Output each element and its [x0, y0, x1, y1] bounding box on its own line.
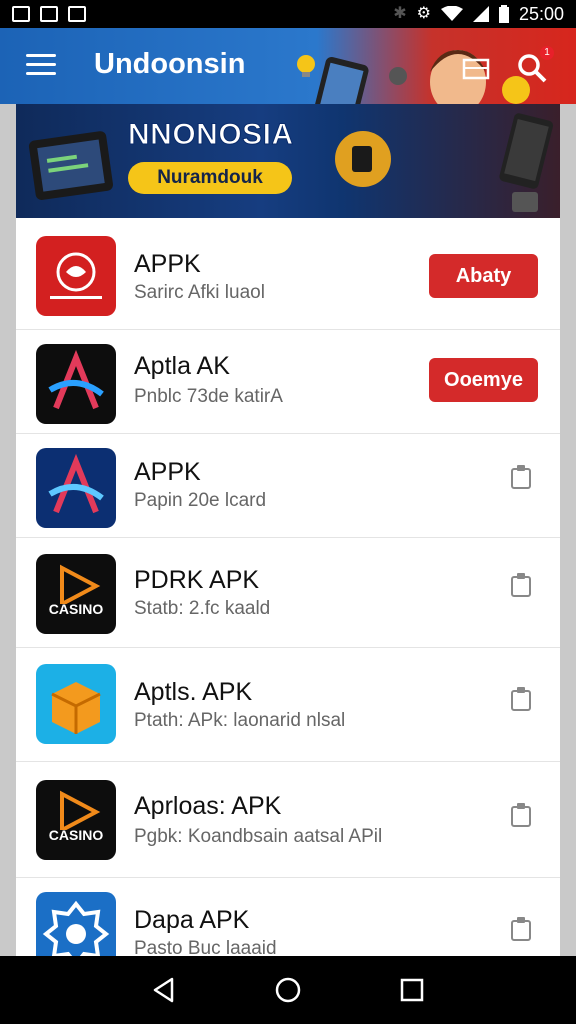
svg-text:CASINO: CASINO	[49, 827, 104, 843]
app-subtitle: Papin 20e lcard	[134, 490, 267, 511]
clipboard-icon[interactable]	[510, 464, 532, 490]
phones-decoration	[499, 113, 554, 212]
list-item[interactable]: Aptls. APK Ptath: APk: laonarid nlsal	[16, 648, 560, 762]
black-arrow-icon	[36, 344, 116, 424]
clipboard-icon[interactable]	[510, 686, 532, 712]
bluetooth-icon: ✱	[393, 5, 407, 22]
app-subtitle: Pgbk: Koandbsain aatsal APil	[134, 826, 383, 847]
search-button[interactable]: 1	[516, 46, 554, 84]
menu-button[interactable]	[26, 54, 56, 78]
clipboard-icon[interactable]	[510, 916, 532, 942]
app-action-button[interactable]: Abaty	[429, 254, 538, 298]
red-seal-icon	[36, 236, 116, 316]
signal-icon	[472, 6, 489, 22]
app-title: Undoonsin	[94, 48, 246, 80]
tablet-illustration	[28, 131, 113, 200]
navigation-bar	[0, 956, 576, 1024]
menu-icon-line	[26, 63, 56, 66]
alarm-icon: ⚙	[416, 5, 431, 22]
app-action-button[interactable]: Ooemye	[429, 358, 538, 402]
list-item[interactable]: CASINO PDRK APK Statb: 2.fc kaald	[16, 538, 560, 648]
app-name: Aptla AK	[134, 352, 230, 380]
box-icon	[36, 664, 116, 744]
clipboard-icon[interactable]	[510, 572, 532, 598]
list-item[interactable]: Dapa APK Pasto Buc laaaid	[16, 878, 560, 956]
home-icon[interactable]	[274, 976, 302, 1004]
banner-title: NNONOSIA	[128, 118, 294, 152]
menu-icon-line	[26, 54, 56, 57]
gallery-icon	[40, 6, 58, 22]
cast-icon	[462, 58, 490, 80]
blue-arrow-icon	[36, 448, 116, 528]
app-subtitle: Statb: 2.fc kaald	[134, 598, 271, 619]
clipboard-icon[interactable]	[510, 802, 532, 828]
banner-cta-button[interactable]: Nuramdouk	[128, 162, 292, 194]
back-icon[interactable]	[150, 976, 178, 1004]
status-bar-right: ✱ ⚙ 25:00	[393, 4, 564, 25]
recents-icon[interactable]	[398, 976, 426, 1004]
list-item[interactable]: Aptla AK Pnblc 73de katirA Ooemye	[16, 330, 560, 434]
app-name: Aptls. APK	[134, 678, 253, 706]
battery-icon	[498, 5, 509, 23]
app-name: Aprloas: APK	[134, 792, 282, 820]
app-name: PDRK APK	[134, 566, 260, 594]
app-subtitle: Pasto Buc laaaid	[134, 938, 277, 956]
casino-icon: CASINO	[36, 780, 116, 860]
notification-badge: 1	[540, 46, 554, 60]
list-item[interactable]: APPK Sarirc Afki luaol Abaty	[16, 218, 560, 330]
gallery-icon	[12, 6, 30, 22]
app-subtitle: Ptath: APk: laonarid nlsal	[134, 710, 346, 731]
list-item[interactable]: APPK Papin 20e lcard	[16, 434, 560, 538]
casino-icon: CASINO	[36, 554, 116, 634]
app-subtitle: Pnblc 73de katirA	[134, 386, 283, 407]
promo-banner[interactable]: NNONOSIA Nuramdouk	[16, 104, 560, 218]
gear-icon	[36, 892, 116, 956]
menu-icon-line	[26, 72, 56, 75]
gallery-icon	[68, 6, 86, 22]
list-item[interactable]: CASINO Aprloas: APK Pgbk: Koandbsain aat…	[16, 762, 560, 878]
coin-decoration	[335, 131, 391, 187]
app-list: APPK Sarirc Afki luaol Abaty Aptla AK Pn…	[16, 218, 560, 956]
svg-text:CASINO: CASINO	[49, 601, 104, 617]
cast-button[interactable]	[460, 54, 492, 86]
status-bar: ✱ ⚙ 25:00	[0, 0, 576, 28]
app-name: APPK	[134, 458, 201, 486]
wifi-icon	[440, 6, 463, 21]
app-name: Dapa APK	[134, 906, 250, 934]
status-time: 25:00	[518, 3, 564, 24]
app-name: APPK	[134, 250, 201, 278]
app-subtitle: Sarirc Afki luaol	[134, 282, 265, 303]
status-bar-left	[12, 6, 86, 22]
